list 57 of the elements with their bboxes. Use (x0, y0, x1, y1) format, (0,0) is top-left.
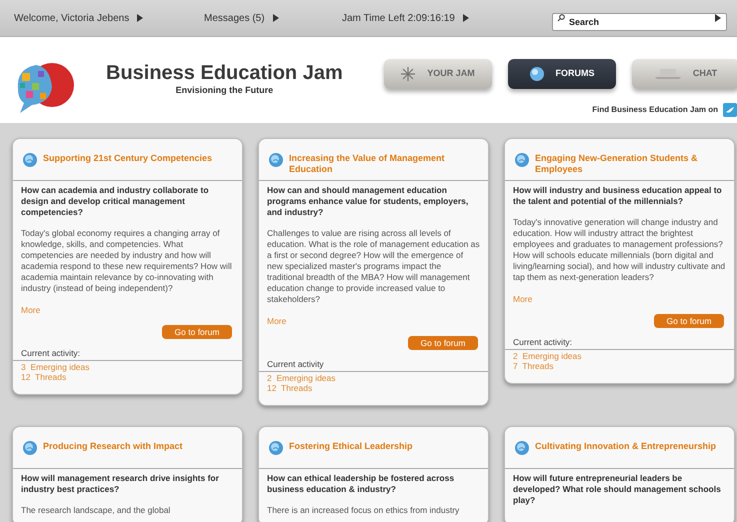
top-link[interactable]: Jam Time Left 2:09:16:19 (342, 10, 455, 26)
forum-description: Today's innovative generation will change industry and education. How will industry attract the brightest employees and graduates to management professions? How will schools educate millennials (born digital and living/learning social), and how will industry cultivate and tap them as next-generation leaders? (513, 217, 726, 283)
more-link[interactable]: More (267, 315, 286, 328)
more-link[interactable]: More (21, 304, 40, 317)
forum-description: Challenges to value are rising across all levels of education. What is the role of management education as a first or second degree? How will the emergence of new specialized master's programs impact the traditional breadth of the MBA? How will management education change to provide increased value to stakeholders? (267, 228, 480, 305)
activity-link[interactable]: 12 Threads (21, 372, 234, 382)
arrow-icon[interactable] (272, 14, 279, 22)
activity-link[interactable]: 2 Emerging ideas (267, 372, 480, 382)
arrow-icon[interactable] (462, 14, 469, 22)
social-label: Find Business Education Jam on (592, 104, 718, 116)
globe-icon (515, 153, 529, 167)
sparkle-icon (401, 67, 416, 81)
nav-tab[interactable]: CHAT (632, 59, 737, 89)
search-icon (557, 14, 565, 22)
forum-title[interactable]: Fostering Ethical Leadership (289, 440, 413, 452)
forum-title[interactable]: Increasing the Value of Management Education (289, 153, 478, 175)
search-field[interactable]: Search (552, 13, 727, 31)
go-to-forum-button[interactable]: Go to forum (654, 314, 724, 328)
nav-tab[interactable]: FORUMS (508, 59, 616, 89)
arrow-icon[interactable] (137, 14, 144, 22)
site-subtitle: Envisioning the Future (176, 84, 274, 97)
globe-icon (269, 153, 283, 167)
globe-icon (530, 67, 544, 81)
forum-title[interactable]: Cultivating Innovation & Entrepreneurship (535, 440, 716, 452)
site-title: Business Education Jam (106, 62, 343, 84)
globe-icon (515, 440, 529, 454)
laptop-icon (654, 69, 681, 79)
activity-label: Current activity: (505, 336, 734, 350)
top-link[interactable]: Messages (5) (204, 10, 265, 26)
go-to-forum-button[interactable]: Go to forum (162, 324, 232, 339)
forum-question: How can academia and industry collaborate to design and develop critical management competencies? (21, 185, 210, 218)
globe-icon (23, 440, 37, 454)
activity-link[interactable]: 7 Threads (513, 360, 726, 370)
activity-link[interactable]: 2 Emerging ideas (513, 350, 726, 360)
top-link[interactable]: Welcome, Victoria Jebens (14, 10, 130, 26)
forum-question: How can and should management education programs enhance value for students, employers, and industry? (267, 185, 470, 218)
forum-title[interactable]: Producing Research with Impact (43, 440, 183, 452)
globe-icon (269, 440, 283, 454)
forum-description: There is an increased focus on ethics from industry (267, 504, 460, 516)
forum-question: How will future entrepreneurial leaders be developed? What role should management schools play? (513, 472, 722, 506)
forum-question: How can ethical leadership be fostered across business education & industry? (267, 472, 456, 494)
activity-label: Current activity (259, 358, 488, 372)
forum-question: How will management research drive insights for industry best practices? (21, 472, 220, 494)
activity-link[interactable]: 12 Threads (267, 382, 480, 392)
forum-description: Today's global economy requires a changing array of knowledge, skills, and competencies. What competencies are needed by industry and how will academia respond to these new requirements? How will academia maintain relevance by co-innovating with industry (instead of being independent)? (21, 228, 233, 294)
globe-icon (23, 153, 37, 167)
more-link[interactable]: More (513, 293, 532, 306)
bird-icon[interactable] (723, 103, 737, 117)
activity-link[interactable]: 3 Emerging ideas (21, 362, 234, 372)
forum-title[interactable]: Engaging New-Generation Students & Employees (535, 153, 724, 175)
forum-description: The research landscape, and the global (21, 504, 172, 516)
go-to-forum-button[interactable]: Go to forum (408, 336, 478, 350)
forum-title[interactable]: Supporting 21st Century Competencies (43, 153, 212, 164)
activity-label: Current activity: (13, 346, 242, 360)
nav-tab[interactable]: YOUR JAM (384, 59, 492, 89)
forum-question: How will industry and business education appeal to the talent and potential of the millennials? (513, 185, 723, 207)
arrow-icon[interactable] (715, 14, 721, 22)
